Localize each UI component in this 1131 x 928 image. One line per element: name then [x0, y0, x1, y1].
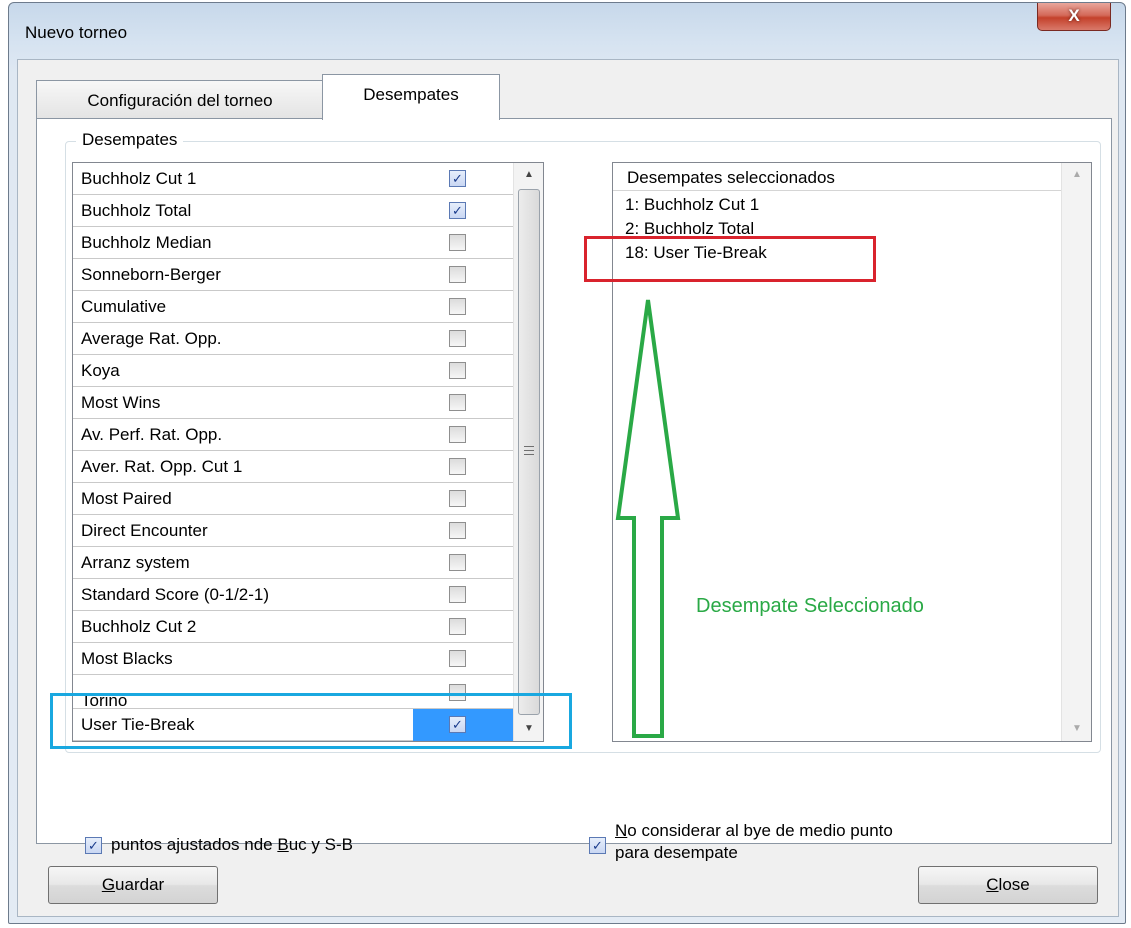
tiebreak-options-list[interactable]: User Tie-Break ✓ Torino Most Blacks Buchholz…: [72, 162, 544, 742]
tiebreak-item-label: Standard Score (0-1/2-1): [81, 585, 270, 604]
tiebreak-list-item[interactable]: Sonneborn-Berger: [73, 259, 513, 291]
tiebreak-item-checkbox[interactable]: [449, 330, 466, 347]
tab-desempates[interactable]: Desempates: [322, 74, 500, 120]
selected-tiebreak-item[interactable]: 1: Buchholz Cut 1: [625, 195, 759, 215]
close-window-button[interactable]: X: [1037, 3, 1111, 31]
tiebreak-list-item[interactable]: Buchholz Median: [73, 227, 513, 259]
highlight-red-box: [584, 236, 876, 282]
annotation-text: Desempate Seleccionado: [696, 595, 924, 617]
tiebreak-list-item[interactable]: Buchholz Cut 1 ✓: [73, 163, 513, 195]
tiebreak-item-checkbox[interactable]: ✓: [449, 202, 466, 219]
tiebreak-list-item[interactable]: Most Paired: [73, 483, 513, 515]
scroll-up-arrow-icon[interactable]: ▲: [1062, 163, 1092, 187]
tiebreak-item-checkbox[interactable]: [449, 554, 466, 571]
tab-configuracion[interactable]: Configuración del torneo: [36, 80, 324, 118]
dialog-client-area: Configuración del torneo Desempates Dese…: [17, 59, 1119, 917]
tiebreak-item-checkbox[interactable]: ✓: [449, 716, 466, 733]
tiebreak-item-checkbox[interactable]: [449, 458, 466, 475]
tiebreak-item-label: Buchholz Cut 2: [81, 617, 197, 636]
close-button[interactable]: Close: [918, 866, 1098, 904]
no-bye-label-line2: para desempate: [615, 843, 738, 861]
tiebreak-list-item[interactable]: Buchholz Cut 2: [73, 611, 513, 643]
scroll-up-arrow-icon[interactable]: ▲: [514, 163, 543, 187]
dialog-window: Nuevo torneo X Configuración del torneo …: [8, 2, 1126, 924]
selected-list-scrollbar[interactable]: ▲ ▼: [1061, 163, 1091, 741]
tiebreak-item-label: Cumulative: [81, 297, 167, 316]
adjusted-points-label: puntos ajustados nde Buc y S-B: [111, 835, 353, 854]
tiebreak-list-item[interactable]: Arranz system: [73, 547, 513, 579]
tiebreak-item-label: Most Blacks: [81, 649, 173, 668]
tiebreak-item-checkbox[interactable]: [449, 234, 466, 251]
tiebreak-item-label: Buchholz Cut 1: [81, 169, 197, 188]
highlight-blue-box: [50, 693, 572, 749]
tiebreak-item-checkbox[interactable]: [449, 490, 466, 507]
tiebreak-item-label: Buchholz Total: [81, 201, 192, 220]
no-bye-label-line1: No considerar al bye de medio punto: [615, 821, 893, 840]
tiebreak-list-item[interactable]: Buchholz Total ✓: [73, 195, 513, 227]
tiebreak-item-label: Buchholz Median: [81, 233, 212, 252]
tiebreak-item-checkbox[interactable]: [449, 426, 466, 443]
window-title: Nuevo torneo: [25, 23, 128, 42]
tiebreak-item-label: Most Wins: [81, 393, 161, 412]
tiebreak-item-label: Average Rat. Opp.: [81, 329, 222, 348]
tiebreak-item-checkbox[interactable]: ✓: [449, 170, 466, 187]
tiebreak-item-checkbox[interactable]: [449, 298, 466, 315]
tiebreak-item-label: Direct Encounter: [81, 521, 208, 540]
tiebreak-item-checkbox[interactable]: [449, 266, 466, 283]
tiebreak-item-checkbox[interactable]: [449, 618, 466, 635]
selected-list-header-label: Desempates seleccionados: [627, 168, 835, 187]
tiebreak-list-item[interactable]: Cumulative: [73, 291, 513, 323]
no-bye-checkbox[interactable]: ✓: [589, 837, 606, 854]
save-button[interactable]: Guardar: [48, 866, 218, 904]
title-bar[interactable]: Nuevo torneo X: [9, 3, 1125, 59]
tiebreak-item-checkbox[interactable]: [449, 522, 466, 539]
tiebreak-list-item[interactable]: Average Rat. Opp.: [73, 323, 513, 355]
tiebreak-item-checkbox[interactable]: [449, 362, 466, 379]
tiebreak-item-label: Arranz system: [81, 553, 190, 572]
scroll-grip-icon: [524, 446, 534, 455]
tiebreak-list-item[interactable]: Direct Encounter: [73, 515, 513, 547]
tiebreak-item-label: Aver. Rat. Opp. Cut 1: [81, 457, 243, 476]
selected-list-header[interactable]: Desempates seleccionados: [613, 163, 1061, 191]
tiebreak-item-label: Av. Perf. Rat. Opp.: [81, 425, 223, 444]
tiebreak-item-checkbox[interactable]: [449, 586, 466, 603]
tiebreak-item-label: Most Paired: [81, 489, 172, 508]
tiebreak-list-scrollbar[interactable]: ▲ ▼: [513, 163, 543, 741]
tiebreak-list-item[interactable]: Aver. Rat. Opp. Cut 1: [73, 451, 513, 483]
adjusted-points-checkbox[interactable]: ✓: [85, 837, 102, 854]
up-arrow-icon: [615, 299, 681, 738]
tiebreak-list-item[interactable]: Standard Score (0-1/2-1): [73, 579, 513, 611]
scroll-thumb[interactable]: [518, 189, 540, 715]
tiebreak-list-item[interactable]: Koya: [73, 355, 513, 387]
tiebreak-list-item[interactable]: Most Wins: [73, 387, 513, 419]
tiebreak-item-label: Koya: [81, 361, 120, 380]
group-legend: Desempates: [76, 130, 184, 150]
tiebreak-item-checkbox[interactable]: [449, 394, 466, 411]
tiebreak-item-checkbox[interactable]: [449, 650, 466, 667]
tiebreak-list-item[interactable]: Most Blacks: [73, 643, 513, 675]
tiebreak-item-label: Sonneborn-Berger: [81, 265, 221, 284]
no-bye-label-line2-clip: para desempate: [615, 841, 875, 861]
desempates-group: Desempates User Tie-Break ✓ Torino Most Bla…: [65, 130, 1101, 753]
tiebreak-list-item[interactable]: Av. Perf. Rat. Opp.: [73, 419, 513, 451]
scroll-down-arrow-icon[interactable]: ▼: [1062, 717, 1092, 741]
